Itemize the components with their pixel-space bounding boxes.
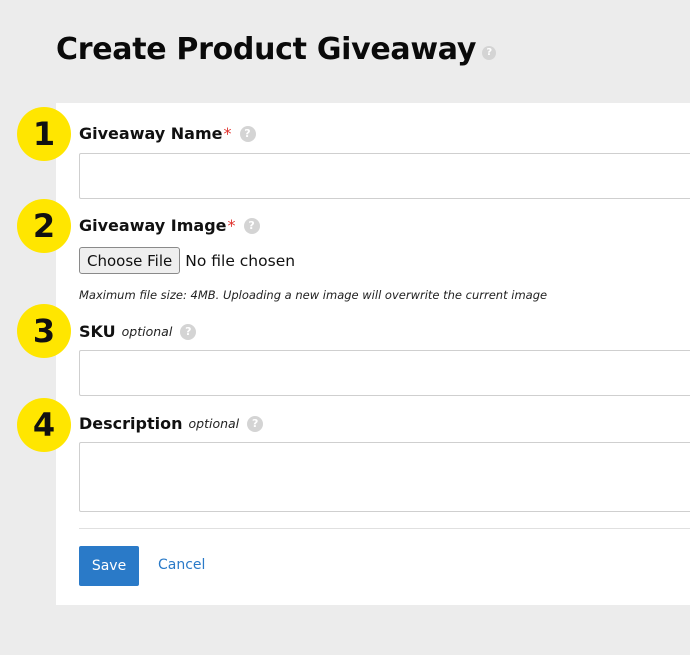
giveaway-name-label: Giveaway Name * ? (79, 124, 256, 143)
description-label-text: Description (79, 414, 183, 433)
description-label: Description optional ? (79, 414, 264, 433)
sku-label-text: SKU (79, 322, 116, 341)
form-divider (79, 528, 690, 529)
sku-input[interactable] (79, 350, 690, 396)
step-badge-2: 2 (17, 199, 71, 253)
step-badge-3: 3 (17, 304, 71, 358)
required-mark: * (227, 216, 236, 235)
optional-tag: optional (121, 324, 173, 339)
file-status-text: No file chosen (185, 251, 296, 270)
giveaway-image-file-input: Choose File No file chosen (79, 247, 295, 274)
giveaway-image-label-text: Giveaway Image (79, 216, 227, 235)
file-size-hint: Maximum file size: 4MB. Uploading a new … (79, 288, 548, 302)
step-badge-4: 4 (17, 398, 71, 452)
cancel-link[interactable]: Cancel (158, 557, 205, 573)
giveaway-name-input[interactable] (79, 153, 690, 199)
page-title: Create Product Giveaway ? (56, 30, 497, 70)
giveaway-name-label-text: Giveaway Name (79, 124, 223, 143)
sku-label: SKU optional ? (79, 322, 197, 341)
optional-tag: optional (188, 416, 240, 431)
page-title-text: Create Product Giveaway (56, 32, 477, 67)
question-circle-icon[interactable]: ? (247, 415, 264, 432)
question-circle-icon[interactable]: ? (243, 217, 260, 234)
giveaway-image-label: Giveaway Image * ? (79, 216, 260, 235)
save-button[interactable]: Save (79, 546, 139, 586)
description-textarea[interactable] (79, 442, 690, 512)
choose-file-button[interactable]: Choose File (79, 247, 181, 274)
question-circle-icon[interactable]: ? (180, 323, 197, 340)
question-circle-icon[interactable]: ? (239, 125, 256, 142)
question-circle-icon[interactable]: ? (482, 46, 497, 60)
step-badge-1: 1 (17, 107, 71, 161)
required-mark: * (223, 124, 232, 143)
